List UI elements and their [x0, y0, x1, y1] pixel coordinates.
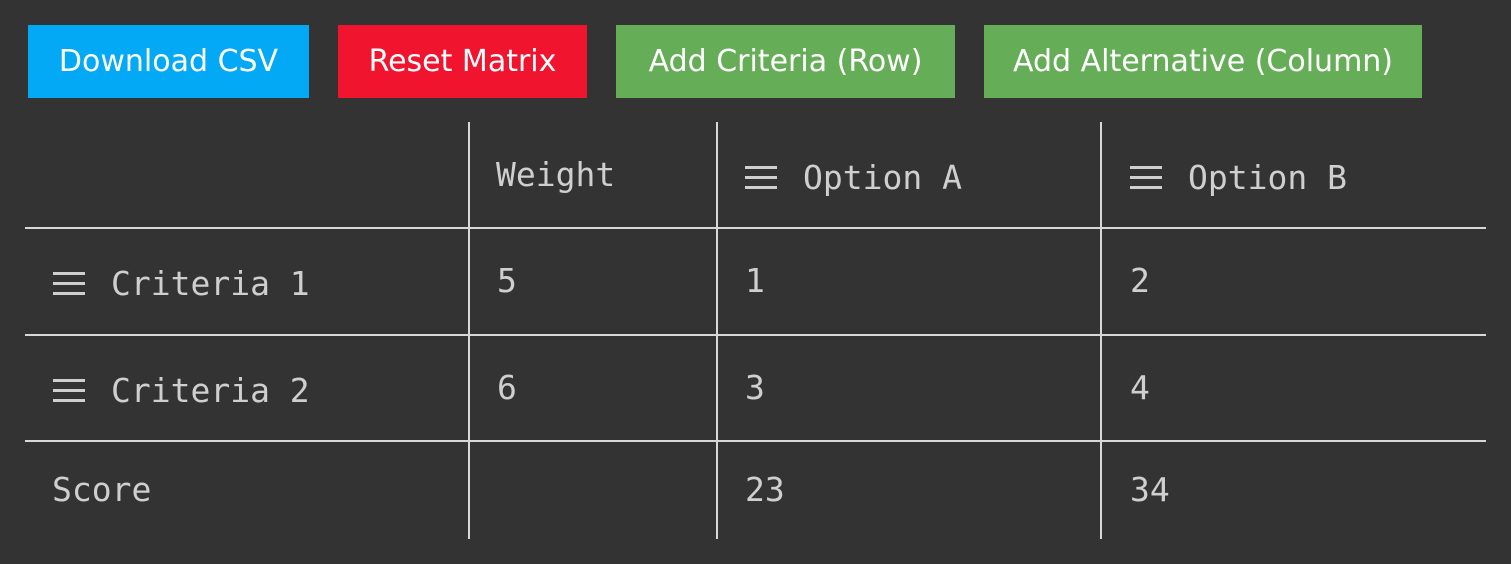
row-divider [25, 440, 1486, 442]
drag-handle-icon[interactable] [745, 164, 777, 190]
add-alternative-button[interactable]: Add Alternative (Column) [984, 25, 1422, 98]
column-divider [1100, 122, 1102, 539]
score-value: 34 [1130, 470, 1170, 509]
drag-handle-icon[interactable] [53, 377, 85, 403]
row-divider [25, 334, 1486, 336]
score-value: 23 [745, 470, 785, 509]
decision-matrix: Weight Option A Option B Criteria 1 5 1 … [25, 122, 1486, 539]
value-cell[interactable]: 4 [1130, 368, 1150, 408]
alternative-label[interactable]: Option B [1188, 158, 1347, 197]
value-cell[interactable]: 3 [745, 368, 765, 408]
score-label: Score [52, 470, 152, 509]
download-csv-button[interactable]: Download CSV [28, 25, 309, 98]
alternative-header-b[interactable]: Option B [1130, 158, 1347, 198]
drag-handle-icon[interactable] [53, 270, 85, 296]
column-divider [468, 122, 470, 539]
weight-cell[interactable]: 6 [497, 368, 517, 408]
alternative-header-a[interactable]: Option A [745, 158, 962, 198]
criteria-label[interactable]: Criteria 2 [111, 371, 310, 410]
column-divider [716, 122, 718, 539]
criteria-row-1-label[interactable]: Criteria 1 [53, 264, 310, 304]
weight-header: Weight [496, 155, 616, 194]
row-divider [25, 227, 1486, 229]
drag-handle-icon[interactable] [1130, 164, 1162, 190]
criteria-row-2-label[interactable]: Criteria 2 [53, 371, 310, 411]
value-cell[interactable]: 2 [1130, 261, 1150, 301]
add-criteria-button[interactable]: Add Criteria (Row) [616, 25, 955, 98]
alternative-label[interactable]: Option A [803, 158, 962, 197]
reset-matrix-button[interactable]: Reset Matrix [338, 25, 587, 98]
criteria-label[interactable]: Criteria 1 [111, 264, 310, 303]
value-cell[interactable]: 1 [745, 261, 765, 301]
weight-cell[interactable]: 5 [497, 261, 517, 301]
